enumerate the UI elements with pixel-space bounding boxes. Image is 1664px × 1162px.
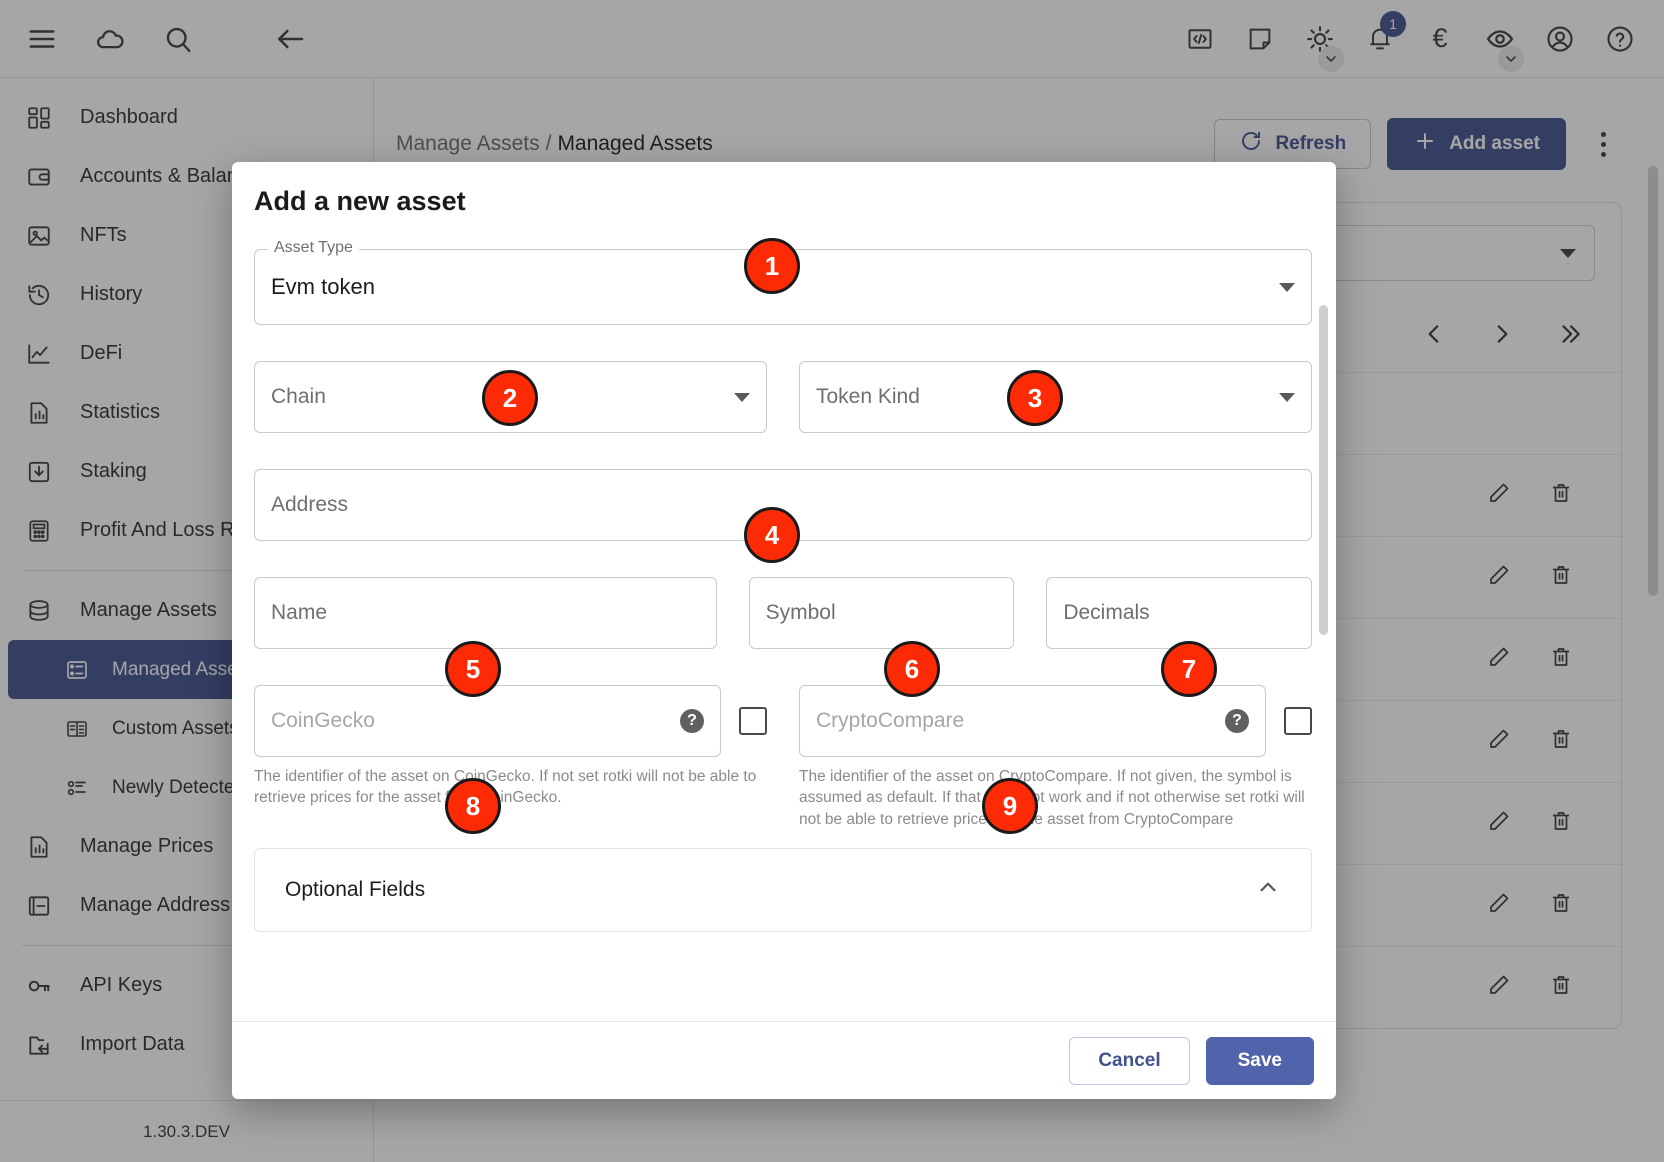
callout-marker-6: 6: [884, 641, 940, 697]
callout-marker-2: 2: [482, 370, 538, 426]
dialog-title: Add a new asset: [254, 186, 466, 216]
decimals-placeholder: Decimals: [1063, 601, 1150, 624]
address-placeholder: Address: [271, 493, 349, 516]
save-button[interactable]: Save: [1205, 1036, 1314, 1085]
callout-marker-7: 7: [1161, 641, 1217, 697]
symbol-input[interactable]: Symbol: [748, 577, 1015, 649]
callout-marker-8: 8: [445, 778, 501, 834]
help-icon[interactable]: ?: [680, 709, 704, 733]
name-input[interactable]: Name: [254, 577, 717, 649]
coingecko-input[interactable]: CoinGecko ?: [254, 685, 721, 757]
decimals-input[interactable]: Decimals: [1046, 577, 1312, 649]
token-kind-placeholder: Token Kind: [816, 385, 920, 408]
dialog-footer: Cancel Save: [232, 1021, 1336, 1099]
coingecko-placeholder: CoinGecko: [271, 709, 375, 732]
callout-marker-9: 9: [982, 778, 1038, 834]
app-root: 1 € Dashboard Accounts & Balances NFTs H…: [0, 0, 1664, 1162]
chain-placeholder: Chain: [271, 385, 326, 408]
optional-fields-section[interactable]: Optional Fields: [254, 848, 1312, 933]
dialog-body: Asset Type Evm token Chain Token Kind Ad…: [232, 227, 1336, 1021]
chevron-up-icon[interactable]: [1255, 874, 1281, 906]
name-placeholder: Name: [271, 601, 328, 624]
asset-type-value: Evm token: [271, 274, 375, 299]
coingecko-group: CoinGecko ? The identifier of the asset …: [254, 685, 767, 830]
coingecko-disable-checkbox[interactable]: [739, 707, 767, 735]
coingecko-hint: The identifier of the asset on CoinGecko…: [254, 768, 757, 807]
cryptocompare-group: CryptoCompare ? The identifier of the as…: [799, 685, 1312, 830]
chevron-down-icon: [734, 392, 750, 402]
cryptocompare-hint: The identifier of the asset on CryptoCom…: [799, 768, 1305, 828]
callout-marker-1: 1: [744, 238, 800, 294]
name-symbol-decimals-row: Name Symbol Decimals: [254, 577, 1312, 649]
cryptocompare-placeholder: CryptoCompare: [816, 709, 965, 732]
cryptocompare-disable-checkbox[interactable]: [1284, 707, 1312, 735]
optional-fields-label: Optional Fields: [285, 878, 426, 902]
chain-token-kind-row: Chain Token Kind: [254, 361, 1312, 433]
oracle-identifiers-row: CoinGecko ? The identifier of the asset …: [254, 685, 1312, 830]
chevron-down-icon: [1279, 282, 1295, 292]
dialog-scrollbar[interactable]: [1319, 305, 1328, 635]
cancel-button[interactable]: Cancel: [1069, 1036, 1190, 1085]
callout-marker-5: 5: [445, 641, 501, 697]
callout-marker-3: 3: [1007, 370, 1063, 426]
chevron-down-icon: [1279, 392, 1295, 402]
symbol-placeholder: Symbol: [765, 601, 836, 624]
help-icon[interactable]: ?: [1225, 709, 1249, 733]
asset-type-legend: Asset Type: [268, 239, 359, 257]
callout-marker-4: 4: [744, 507, 800, 563]
add-asset-dialog: Add a new asset Asset Type Evm token Cha…: [232, 162, 1336, 1099]
